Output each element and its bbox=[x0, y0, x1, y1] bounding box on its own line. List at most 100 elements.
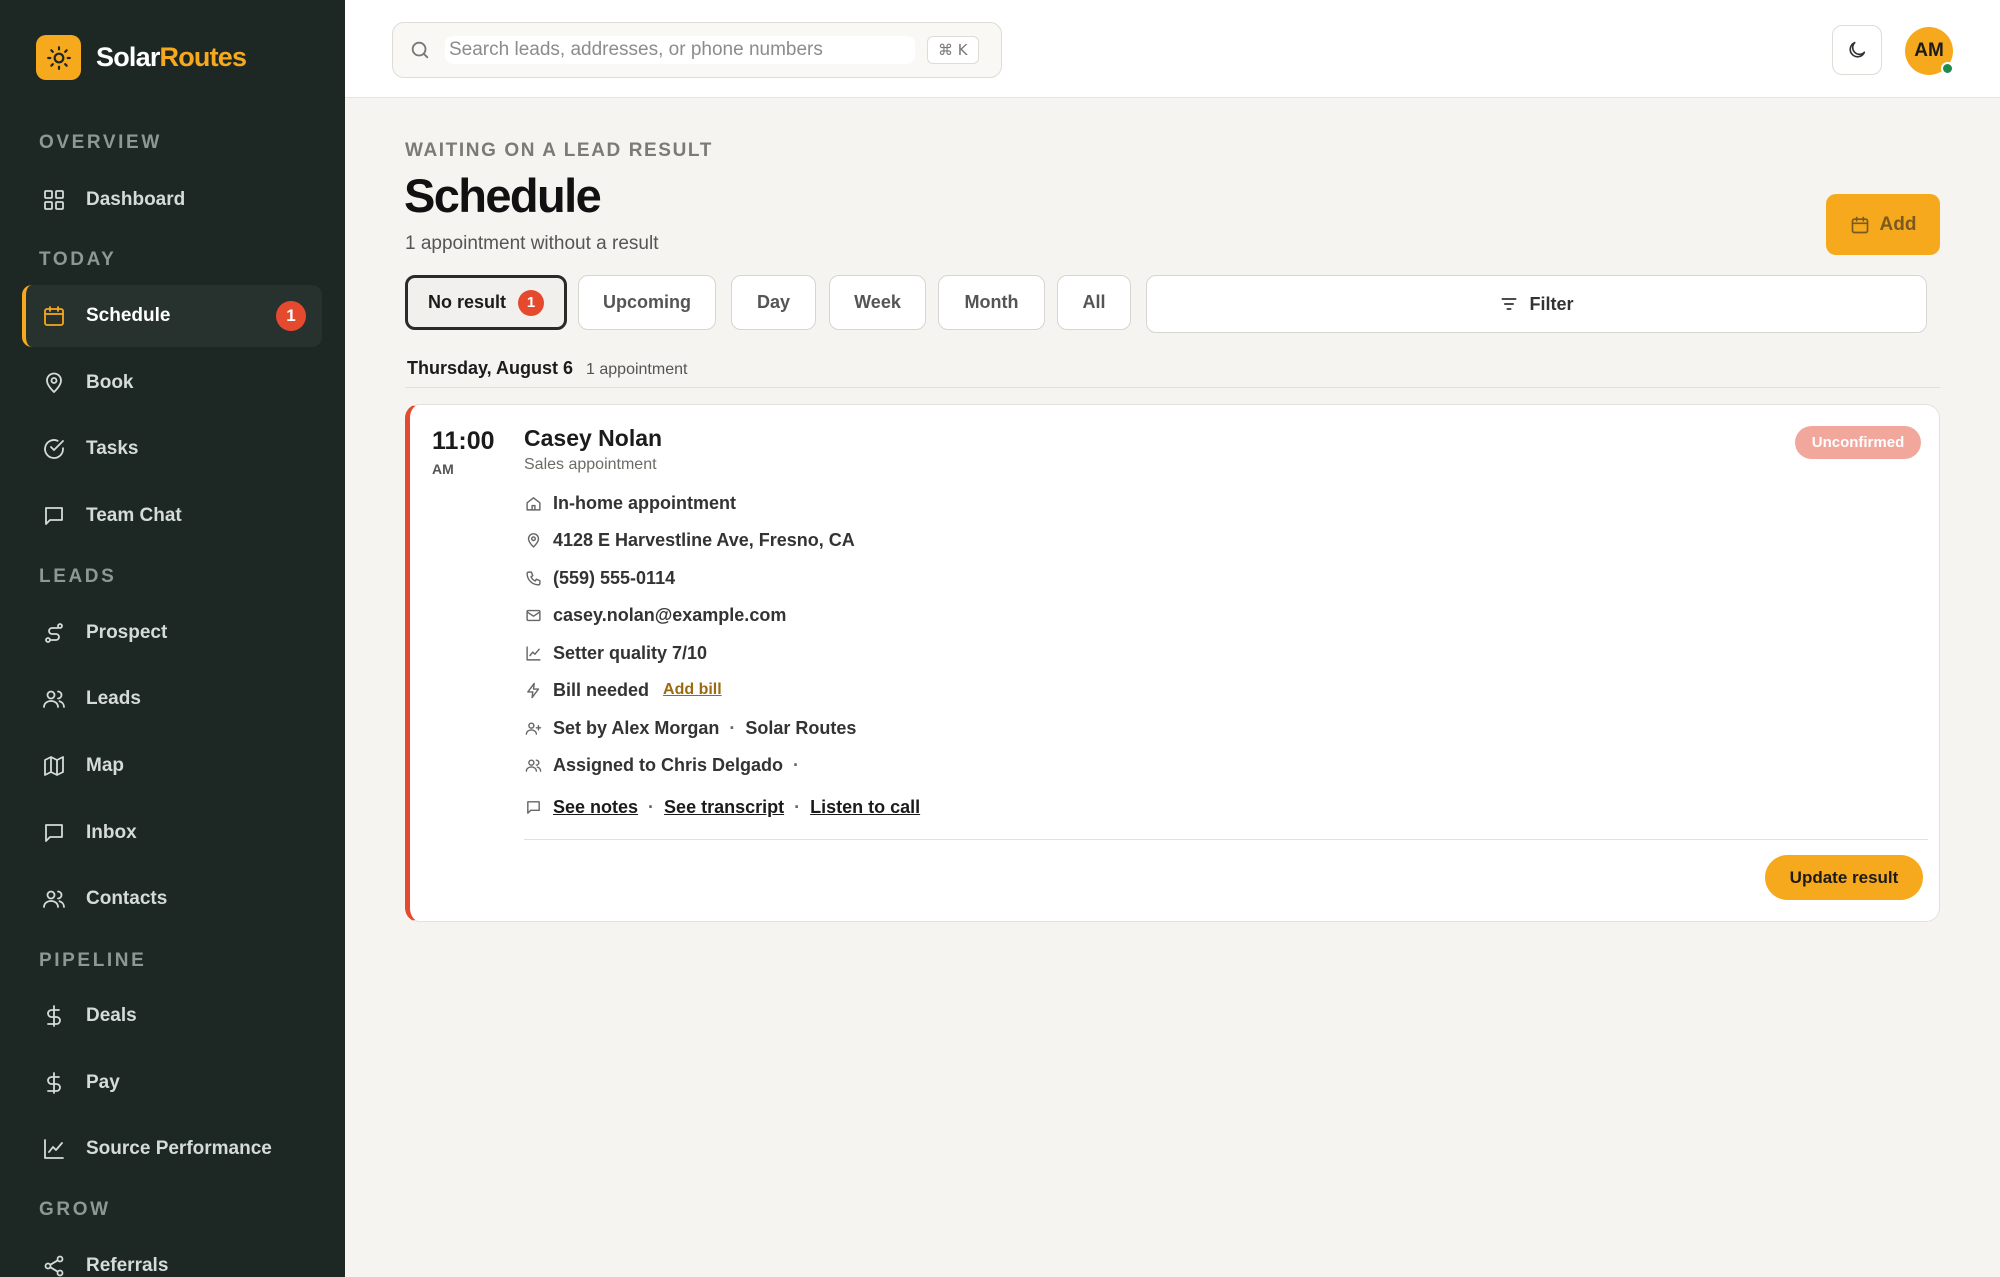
add-appointment-button[interactable]: Add bbox=[1826, 194, 1940, 255]
mail-icon bbox=[524, 606, 542, 624]
shortcut-hint: ⌘ K bbox=[927, 36, 979, 64]
page-title: Schedule bbox=[404, 169, 602, 222]
sidebar-item-tasks[interactable]: Tasks bbox=[22, 418, 322, 480]
moon-icon bbox=[1846, 39, 1868, 61]
tab-label: Upcoming bbox=[603, 292, 691, 312]
map-pin-icon bbox=[40, 369, 68, 397]
nav-section-pipeline: PIPELINE bbox=[39, 950, 147, 971]
sidebar-item-label: Dashboard bbox=[86, 189, 186, 210]
avatar[interactable]: AM bbox=[1905, 27, 1954, 75]
sidebar-item-dashboard[interactable]: Dashboard bbox=[22, 169, 322, 231]
sidebar-item-schedule[interactable]: Schedule 1 bbox=[22, 285, 322, 347]
user-plus-icon bbox=[524, 719, 542, 737]
route-icon bbox=[40, 619, 68, 647]
detail-assigned-to: Assigned to Chris Delgado · bbox=[524, 751, 809, 779]
search-box[interactable]: ⌘ K bbox=[392, 22, 1002, 78]
nav-section-today: TODAY bbox=[39, 249, 117, 270]
avatar-initials: AM bbox=[1914, 40, 1944, 61]
sidebar-item-inbox[interactable]: Inbox bbox=[22, 802, 322, 864]
tab-label: Week bbox=[854, 292, 901, 312]
lead-name[interactable]: Casey Nolan bbox=[524, 425, 662, 452]
detail-bill: Bill needed Add bill bbox=[524, 676, 722, 704]
map-pin-icon bbox=[524, 531, 542, 549]
divider bbox=[524, 839, 1928, 840]
sidebar-item-leads[interactable]: Leads bbox=[22, 668, 322, 730]
separator-dot: · bbox=[793, 754, 800, 775]
add-bill-link[interactable]: Add bill bbox=[663, 681, 722, 699]
appointment-type: Sales appointment bbox=[524, 456, 657, 473]
calendar-icon bbox=[1850, 215, 1870, 235]
sidebar-item-label: Source Performance bbox=[86, 1138, 272, 1159]
users-icon bbox=[524, 756, 542, 774]
chat-icon bbox=[40, 502, 68, 530]
tab-no-result[interactable]: No result 1 bbox=[405, 275, 567, 330]
appointment-time: 11:00 bbox=[432, 427, 495, 455]
top-bar: ⌘ K AM bbox=[345, 0, 2000, 98]
update-result-button[interactable]: Update result bbox=[1765, 855, 1923, 900]
sidebar-item-label: Team Chat bbox=[86, 505, 182, 526]
inbox-icon bbox=[40, 819, 68, 847]
phone-icon bbox=[524, 569, 542, 587]
sidebar-item-prospect[interactable]: Prospect bbox=[22, 602, 322, 664]
sidebar-item-label: Map bbox=[86, 755, 124, 776]
dollar-icon bbox=[40, 1069, 68, 1097]
tab-day[interactable]: Day bbox=[731, 275, 816, 330]
divider bbox=[405, 387, 1940, 388]
sidebar-item-label: Prospect bbox=[86, 622, 168, 643]
detail-email: casey.nolan@example.com bbox=[524, 601, 786, 629]
brand-name: SolarRoutes bbox=[96, 42, 247, 72]
nav-section-grow: GROW bbox=[39, 1199, 111, 1220]
sidebar-item-deals[interactable]: Deals bbox=[22, 985, 322, 1047]
tab-all[interactable]: All bbox=[1057, 275, 1131, 330]
tab-count-badge: 1 bbox=[518, 289, 544, 316]
appointment-card[interactable]: 11:00 AM Casey Nolan Sales appointment U… bbox=[405, 404, 1940, 922]
detail-set-by: Set by Alex Morgan · Solar Routes bbox=[524, 714, 856, 742]
tab-upcoming[interactable]: Upcoming bbox=[578, 275, 716, 330]
search-icon bbox=[409, 39, 431, 61]
appointment-ampm: AM bbox=[432, 461, 454, 477]
day-group-date: Thursday, August 6 bbox=[407, 358, 574, 378]
detail-setter-quality: Setter quality 7/10 bbox=[524, 639, 707, 667]
detail-location-type: In-home appointment bbox=[524, 489, 736, 517]
sidebar-item-label: Tasks bbox=[86, 438, 139, 459]
sidebar-item-team-chat[interactable]: Team Chat bbox=[22, 485, 322, 547]
sidebar-item-label: Contacts bbox=[86, 888, 168, 909]
brand[interactable]: SolarRoutes bbox=[36, 35, 247, 80]
dollar-icon bbox=[40, 1002, 68, 1030]
see-transcript-link[interactable]: See transcript bbox=[664, 797, 784, 818]
sidebar-item-label: Referrals bbox=[86, 1255, 169, 1276]
tab-label: Day bbox=[756, 292, 791, 312]
detail-phone: (559) 555-0114 bbox=[524, 564, 675, 592]
sidebar-item-referrals[interactable]: Referrals bbox=[22, 1235, 322, 1277]
page-eyebrow: WAITING ON A LEAD RESULT bbox=[405, 140, 713, 161]
tab-week[interactable]: Week bbox=[829, 275, 926, 330]
line-chart-icon bbox=[524, 644, 542, 662]
sidebar-item-pay[interactable]: Pay bbox=[22, 1052, 322, 1114]
separator-dot: · bbox=[729, 717, 736, 738]
lightning-icon bbox=[524, 681, 542, 699]
check-circle-icon bbox=[40, 435, 68, 463]
day-group-count: 1 appointment bbox=[586, 361, 688, 378]
separator-dot: · bbox=[794, 796, 801, 817]
listen-to-call-link[interactable]: Listen to call bbox=[810, 797, 920, 818]
filter-icon bbox=[1499, 294, 1519, 314]
see-notes-link[interactable]: See notes bbox=[553, 797, 638, 818]
sidebar-item-book[interactable]: Book bbox=[22, 352, 322, 414]
tab-label: No result bbox=[427, 292, 506, 312]
sidebar-item-label: Pay bbox=[86, 1072, 120, 1093]
tab-month[interactable]: Month bbox=[938, 275, 1045, 330]
sidebar-item-source-performance[interactable]: Source Performance bbox=[22, 1118, 322, 1180]
separator-dot: · bbox=[648, 796, 655, 817]
status-badge: Unconfirmed bbox=[1795, 426, 1921, 459]
calendar-icon bbox=[40, 302, 68, 330]
day-group-header: Thursday, August 6 1 appointment bbox=[407, 358, 687, 379]
search-input[interactable] bbox=[445, 36, 915, 64]
add-button-label: Add bbox=[1879, 213, 1917, 235]
detail-links: See notes · See transcript · Listen to c… bbox=[524, 793, 920, 821]
sidebar-item-map[interactable]: Map bbox=[22, 735, 322, 797]
detail-address: 4128 E Harvestline Ave, Fresno, CA bbox=[524, 526, 855, 554]
sidebar-item-contacts[interactable]: Contacts bbox=[22, 868, 322, 930]
online-status-dot bbox=[1941, 62, 1954, 75]
filter-button[interactable]: Filter bbox=[1146, 275, 1927, 333]
theme-toggle-button[interactable] bbox=[1832, 25, 1882, 75]
